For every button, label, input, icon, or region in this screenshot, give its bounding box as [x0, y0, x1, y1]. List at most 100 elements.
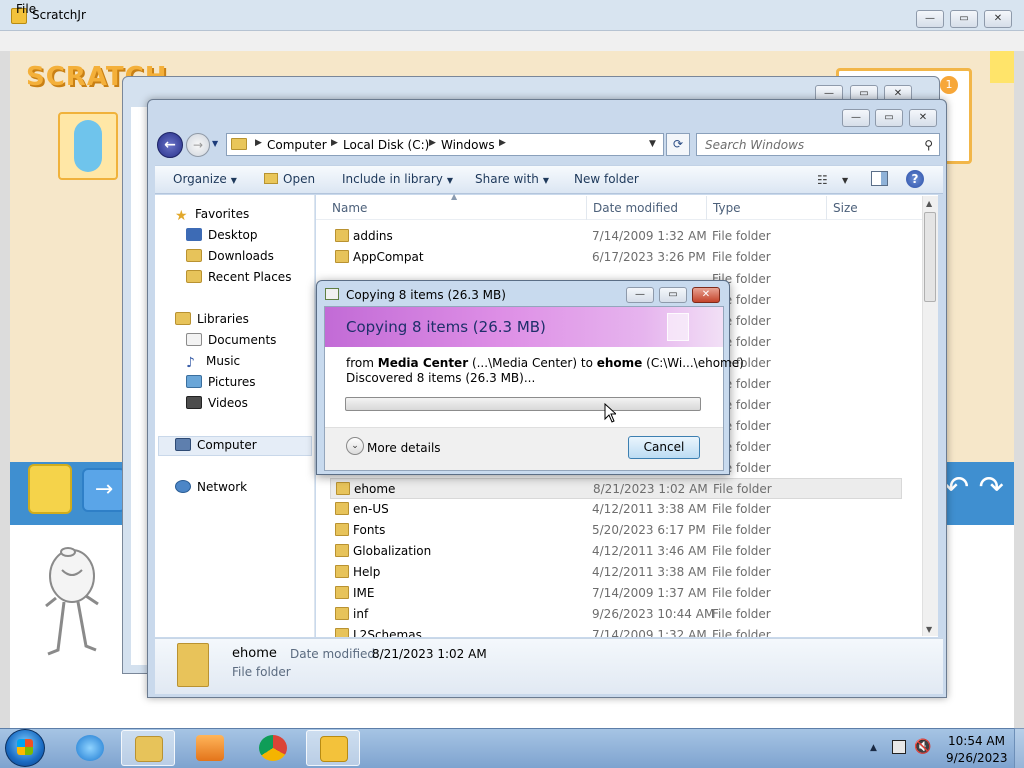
nav-computer[interactable]: Computer: [175, 438, 257, 452]
nav-downloads[interactable]: Downloads: [186, 249, 274, 263]
file-type: File folder: [712, 628, 771, 637]
scratchjr-maximize-button[interactable]: ▭: [950, 10, 978, 28]
file-type: File folder: [712, 250, 771, 264]
nav-recent-places[interactable]: Recent Places: [186, 270, 291, 284]
forward-button[interactable]: →: [186, 133, 210, 157]
table-row[interactable]: en-US 4/12/2011 3:38 AM File folder: [330, 499, 902, 520]
refresh-button[interactable]: ⟳: [666, 133, 690, 156]
breadcrumb-separator-icon[interactable]: ▶: [255, 138, 262, 148]
back-button[interactable]: ←: [157, 132, 183, 158]
nav-favorites[interactable]: ★ Favorites: [175, 207, 249, 224]
new-folder-button[interactable]: New folder: [574, 172, 639, 186]
breadcrumb-windows[interactable]: Windows: [441, 138, 495, 152]
scrollbar-thumb[interactable]: [924, 212, 936, 302]
file-date: 4/12/2011 3:38 AM: [592, 502, 707, 516]
search-icon[interactable]: ⚲: [924, 138, 933, 152]
network-tray-icon[interactable]: [892, 740, 906, 754]
file-date: 7/14/2009 1:32 AM: [592, 628, 707, 637]
expand-chevron-icon[interactable]: ⌄: [346, 437, 364, 455]
recent-places-icon: [186, 270, 202, 283]
explorer-minimize-button[interactable]: —: [842, 109, 870, 127]
copy-minimize-button[interactable]: —: [626, 287, 654, 303]
table-row[interactable]: Globalization 4/12/2011 3:46 AM File fol…: [330, 541, 902, 562]
include-in-library-button[interactable]: Include in library ▼: [342, 172, 453, 186]
preview-pane-icon[interactable]: [871, 171, 888, 186]
file-name: en-US: [353, 502, 389, 516]
column-header-size[interactable]: Size: [833, 201, 858, 215]
address-bar[interactable]: ▶ Computer ▶ Local Disk (C:) ▶ Windows ▶…: [226, 133, 664, 156]
recent-pages-chevron-icon[interactable]: ▼: [212, 139, 218, 148]
table-row[interactable]: Help 4/12/2011 3:38 AM File folder: [330, 562, 902, 583]
search-input[interactable]: Search Windows ⚲: [696, 133, 940, 156]
file-name: inf: [353, 607, 369, 621]
taskbar-windows-explorer[interactable]: [121, 730, 175, 766]
copy-close-button[interactable]: ✕: [692, 287, 720, 303]
change-view-icon[interactable]: ☷: [817, 173, 828, 187]
scratchjr-sticky-tab[interactable]: [990, 51, 1014, 83]
column-header-date-modified[interactable]: Date modified: [593, 201, 678, 215]
column-divider[interactable]: [586, 196, 587, 220]
scroll-down-icon[interactable]: ▼: [926, 625, 932, 634]
breadcrumb-separator-icon[interactable]: ▶: [331, 138, 338, 148]
volume-muted-icon[interactable]: 🔇: [914, 739, 931, 755]
scroll-up-icon[interactable]: ▲: [926, 199, 932, 208]
clock-date[interactable]: 9/26/2023: [946, 751, 1008, 765]
column-divider[interactable]: [826, 196, 827, 220]
copy-destination-link[interactable]: ehome: [597, 356, 643, 370]
breadcrumb-separator-icon[interactable]: ▶: [429, 138, 436, 148]
explorer-close-button[interactable]: ✕: [909, 109, 937, 127]
nav-pictures[interactable]: Pictures: [186, 375, 256, 389]
help-icon[interactable]: ?: [906, 170, 924, 188]
copy-progress-bar: [345, 397, 701, 411]
column-header-type[interactable]: Type: [713, 201, 741, 215]
organize-button[interactable]: Organize ▼: [173, 172, 237, 186]
chevron-down-icon: ▼: [542, 176, 550, 185]
undo-redo-icon[interactable]: ↶ ↷: [944, 470, 1016, 510]
address-dropdown-icon[interactable]: ▼: [649, 139, 656, 149]
show-hidden-icons-icon[interactable]: ▲: [870, 743, 877, 753]
file-type: File folder: [712, 544, 771, 558]
explorer-maximize-button[interactable]: ▭: [875, 109, 903, 127]
nav-network[interactable]: Network: [175, 480, 247, 494]
cancel-button[interactable]: Cancel: [628, 436, 700, 459]
taskbar-scratchjr[interactable]: [306, 730, 360, 766]
menu-file[interactable]: File: [16, 2, 36, 16]
breadcrumb-separator-icon[interactable]: ▶: [499, 138, 506, 148]
column-headers: Name Date modified Type Size: [316, 196, 922, 220]
copy-maximize-button[interactable]: ▭: [659, 287, 687, 303]
show-desktop-button[interactable]: [1014, 728, 1024, 768]
nav-videos[interactable]: Videos: [186, 396, 248, 410]
copy-source-link[interactable]: Media Center: [378, 356, 468, 370]
taskbar-media-player[interactable]: [183, 730, 237, 766]
share-with-button[interactable]: Share with ▼: [475, 172, 549, 186]
clock-time[interactable]: 10:54 AM: [948, 734, 1005, 748]
nav-libraries[interactable]: Libraries: [175, 312, 249, 326]
scratchjr-close-button[interactable]: ✕: [984, 10, 1012, 28]
taskbar-internet-explorer[interactable]: [63, 730, 117, 766]
nav-label: Recent Places: [208, 270, 292, 284]
breadcrumb-computer[interactable]: Computer: [267, 138, 327, 152]
motion-block-arrow[interactable]: →: [82, 468, 126, 512]
table-row-selected[interactable]: ehome 8/21/2023 1:02 AM File folder: [330, 478, 902, 499]
view-chevron-down-icon[interactable]: ▼: [842, 176, 848, 185]
file-date: 5/20/2023 6:17 PM: [592, 523, 706, 537]
breadcrumb-local-disk[interactable]: Local Disk (C:): [343, 138, 429, 152]
cat-sprite[interactable]: [38, 546, 102, 660]
open-button[interactable]: Open: [264, 172, 315, 186]
taskbar-chrome[interactable]: [246, 730, 300, 766]
table-row[interactable]: AppCompat 6/17/2023 3:26 PM File folder: [330, 247, 902, 268]
nav-desktop[interactable]: Desktop: [186, 228, 258, 242]
table-row[interactable]: inf 9/26/2023 10:44 AM File folder: [330, 604, 902, 625]
table-row[interactable]: IME 7/14/2009 1:37 AM File folder: [330, 583, 902, 604]
table-row[interactable]: addins 7/14/2009 1:32 AM File folder: [330, 226, 902, 247]
column-header-name[interactable]: Name: [332, 201, 367, 215]
nav-music[interactable]: ♪ Music: [186, 354, 240, 371]
table-row[interactable]: Fonts 5/20/2023 6:17 PM File folder: [330, 520, 902, 541]
more-details-toggle[interactable]: More details: [367, 441, 441, 455]
column-divider[interactable]: [706, 196, 707, 220]
table-row[interactable]: L2Schemas 7/14/2009 1:32 AM File folder: [330, 625, 902, 637]
media-player-icon: [196, 735, 224, 761]
scratchjr-minimize-button[interactable]: —: [916, 10, 944, 28]
trigger-block[interactable]: [28, 464, 72, 514]
nav-documents[interactable]: Documents: [186, 333, 276, 347]
